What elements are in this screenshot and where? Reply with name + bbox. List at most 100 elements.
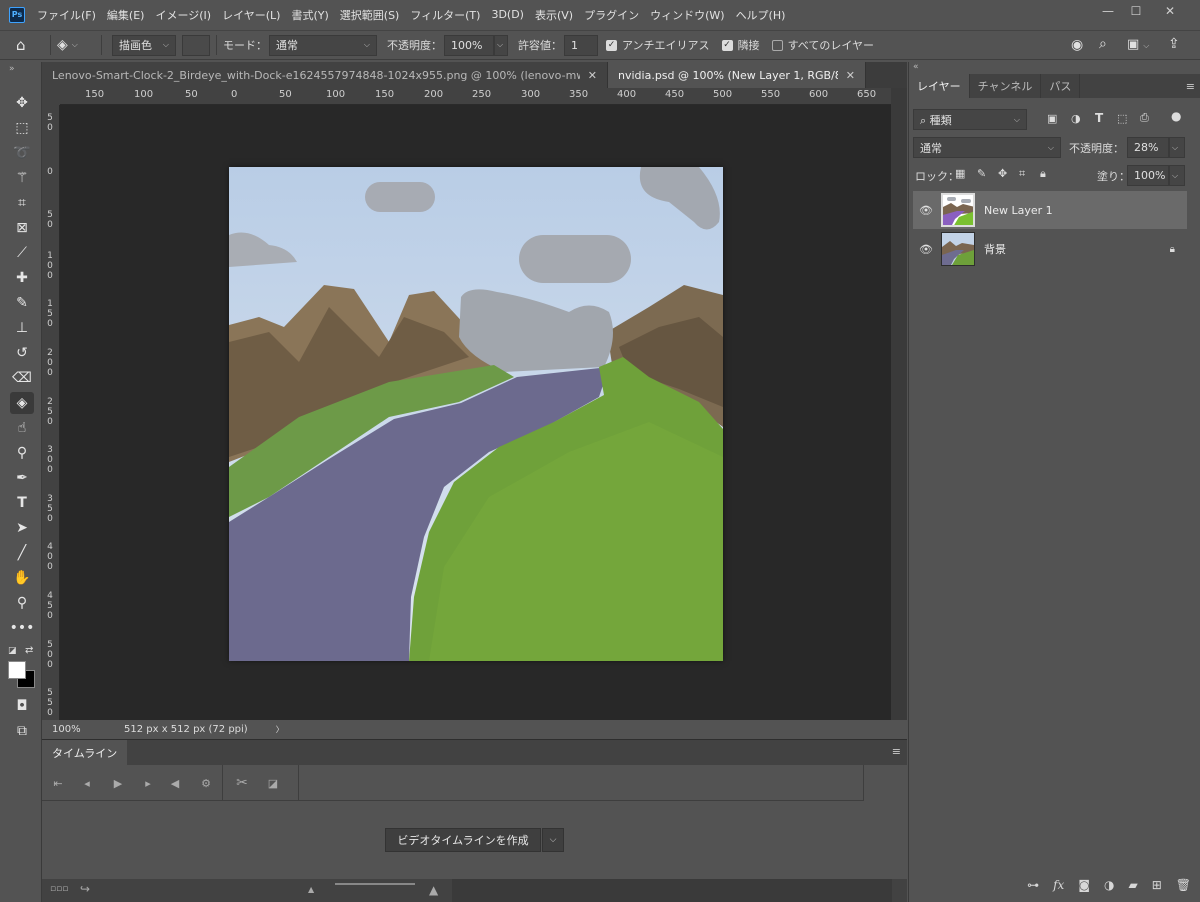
brush-tool-icon[interactable]: ✎	[10, 292, 34, 314]
menu-edit[interactable]: 編集(E)	[107, 7, 145, 23]
opacity-field[interactable]: 100%	[444, 34, 494, 56]
zoom-tool-icon[interactable]: ⚲	[10, 592, 34, 614]
filter-adjustment-icon[interactable]: ◑	[1071, 112, 1081, 125]
transition-icon[interactable]: ◪	[265, 775, 281, 791]
tab-timeline[interactable]: タイムライン	[42, 740, 128, 766]
search-icon[interactable]: ⌕	[1099, 36, 1107, 52]
document-canvas[interactable]	[229, 167, 723, 661]
blend-mode-dropdown[interactable]: 通常 ⌵	[913, 137, 1061, 158]
first-frame-icon[interactable]: ⇤	[50, 775, 66, 791]
magic-wand-tool-icon[interactable]: ⚚	[10, 167, 34, 189]
menu-plugins[interactable]: プラグイン	[584, 7, 639, 23]
menu-file[interactable]: ファイル(F)	[37, 7, 96, 23]
tab-layers[interactable]: レイヤー	[909, 74, 970, 98]
menu-type[interactable]: 書式(Y)	[291, 7, 328, 23]
layer-name[interactable]: New Layer 1	[984, 204, 1187, 217]
layer-row-background[interactable]: 👁︎ 背景 🔒︎	[913, 230, 1187, 268]
eraser-tool-icon[interactable]: ⌫	[10, 367, 34, 389]
menu-image[interactable]: イメージ(I)	[155, 7, 211, 23]
menu-filter[interactable]: フィルター(T)	[410, 7, 480, 23]
layer-opacity-dropdown[interactable]: ⌵	[1169, 137, 1185, 158]
history-brush-tool-icon[interactable]: ↺	[10, 342, 34, 364]
zoom-in-mountain-icon[interactable]: ▲	[429, 883, 438, 897]
create-video-timeline-button[interactable]: ビデオタイムラインを作成	[385, 828, 541, 852]
filter-smart-object-icon[interactable]: ⎙	[1140, 111, 1149, 125]
visibility-eye-icon[interactable]: 👁︎	[913, 243, 939, 256]
lock-position-icon[interactable]: ✥	[998, 167, 1007, 180]
collapse-icon[interactable]: »	[9, 64, 15, 74]
fx-icon[interactable]: fx	[1053, 878, 1064, 892]
swap-colors-icon[interactable]: ⇄	[25, 645, 33, 656]
more-tools-icon[interactable]: •••	[10, 617, 35, 639]
split-scissors-icon[interactable]: ✂	[234, 775, 250, 791]
lock-pixels-brush-icon[interactable]: ✎	[977, 167, 986, 180]
quick-mask-icon[interactable]: ◘	[10, 695, 34, 717]
timeline-scrollbar[interactable]	[452, 879, 892, 902]
fill-field[interactable]: 100%	[1127, 165, 1169, 186]
layer-filter-dropdown[interactable]: ⌕ 種類 ⌵	[913, 109, 1027, 130]
close-icon[interactable]: ✕	[846, 69, 855, 82]
lock-artboard-icon[interactable]: ⌗	[1019, 167, 1025, 181]
home-icon[interactable]: ⌂	[16, 36, 44, 54]
dodge-tool-icon[interactable]: ⚲	[10, 442, 34, 464]
filter-shape-icon[interactable]: ⬚	[1117, 112, 1127, 125]
lasso-tool-icon[interactable]: ➰	[10, 142, 34, 164]
filter-type-icon[interactable]: T	[1095, 111, 1103, 125]
menu-layer[interactable]: レイヤー(L)	[222, 7, 280, 23]
tab-paths[interactable]: パス	[1041, 74, 1081, 98]
filter-pixel-icon[interactable]: ▣	[1047, 112, 1057, 125]
screen-mode-icon[interactable]: ⧉	[10, 720, 34, 742]
opacity-dropdown[interactable]: ⌵	[494, 34, 508, 56]
tab-lenovo-png[interactable]: Lenovo-Smart-Clock-2_Birdeye_with-Dock-e…	[42, 62, 608, 88]
contiguous-checkbox[interactable]: ✓	[721, 39, 733, 51]
filter-toggle-icon[interactable]: ●	[1171, 109, 1181, 123]
smudge-tool-icon[interactable]: ☝	[10, 417, 34, 439]
zoom-level[interactable]: 100%	[52, 724, 112, 735]
menu-window[interactable]: ウィンドウ(W)	[650, 7, 724, 23]
chevron-down-icon[interactable]: ⌵	[542, 828, 564, 852]
tab-channels[interactable]: チャンネル	[970, 74, 1042, 98]
status-arrow-icon[interactable]: 〉	[276, 724, 284, 735]
close-icon[interactable]: ✕	[588, 69, 597, 82]
eyedropper-tool-icon[interactable]: ⟋	[10, 242, 34, 264]
audio-icon[interactable]: ◀	[167, 775, 183, 791]
zoom-out-mountain-icon[interactable]: ▲	[308, 885, 314, 894]
convert-arrow-icon[interactable]: ↪	[80, 882, 90, 896]
hand-tool-icon[interactable]: ✋	[10, 567, 34, 589]
visibility-eye-icon[interactable]: 👁︎	[913, 204, 939, 217]
path-selection-tool-icon[interactable]: ➤	[10, 517, 34, 539]
frame-grid-icon[interactable]: ▫▫▫	[50, 884, 68, 894]
settings-gear-icon[interactable]: ⚙	[198, 775, 214, 791]
mode-dropdown[interactable]: 通常 ⌵	[269, 34, 377, 56]
pattern-picker[interactable]	[182, 34, 210, 56]
tolerance-field[interactable]: 1	[564, 34, 598, 56]
menu-select[interactable]: 選択範囲(S)	[340, 7, 400, 23]
play-icon[interactable]: ▶	[110, 775, 126, 791]
all-layers-checkbox[interactable]	[771, 39, 783, 51]
layer-opacity-field[interactable]: 28%	[1127, 137, 1169, 158]
healing-brush-tool-icon[interactable]: ✚	[10, 267, 34, 289]
frame-tool-icon[interactable]: ⊠	[10, 217, 34, 239]
default-colors-icon[interactable]: ◪	[8, 646, 17, 656]
type-tool-icon[interactable]: T	[10, 492, 34, 514]
lock-transparency-icon[interactable]: ▦	[955, 167, 965, 180]
menu-help[interactable]: ヘルプ(H)	[736, 7, 786, 23]
share-icon[interactable]: ⇪	[1168, 36, 1180, 52]
layer-name[interactable]: 背景	[984, 241, 1170, 257]
menu-view[interactable]: 表示(V)	[535, 7, 573, 23]
foreground-color-swatch[interactable]	[8, 661, 26, 679]
paint-bucket-preset-icon[interactable]: ◈ ⌵	[57, 37, 95, 53]
user-icon[interactable]: ◉	[1071, 37, 1083, 53]
fill-source-dropdown[interactable]: 描画色 ⌵	[112, 34, 176, 56]
close-window-button[interactable]: ✕	[1153, 0, 1187, 22]
workspace-icon[interactable]: ▣ ⌵	[1127, 37, 1149, 52]
layer-row-new-layer-1[interactable]: 👁︎ New Layer 1	[913, 191, 1187, 229]
pen-tool-icon[interactable]: ✒	[10, 467, 34, 489]
move-tool-icon[interactable]: ✥	[10, 92, 34, 114]
panel-menu-icon[interactable]: ≡	[1180, 74, 1200, 98]
lock-all-icon[interactable]: 🔒︎	[1040, 167, 1046, 181]
link-layers-icon[interactable]: ⊶	[1027, 878, 1039, 892]
collapse-icon[interactable]: «	[913, 62, 919, 72]
fill-dropdown[interactable]: ⌵	[1169, 165, 1185, 186]
menu-3d[interactable]: 3D(D)	[491, 8, 524, 21]
